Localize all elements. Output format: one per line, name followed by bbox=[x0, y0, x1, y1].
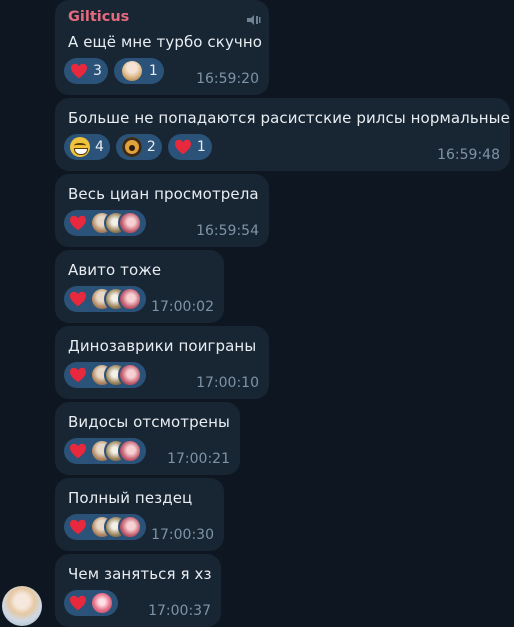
reaction-heart[interactable] bbox=[64, 210, 146, 236]
reactor-avatars bbox=[90, 363, 142, 387]
message-time: 17:00:37 bbox=[148, 603, 211, 619]
reactor-avatars bbox=[90, 287, 142, 311]
heart-icon bbox=[70, 595, 86, 611]
reactor-avatars bbox=[90, 591, 114, 615]
reaction-heart[interactable] bbox=[64, 590, 118, 616]
message-text: Полный пездец bbox=[68, 489, 193, 507]
message-text: Авито тоже bbox=[68, 261, 162, 279]
reaction-count: 3 bbox=[93, 63, 102, 79]
reaction-avatar[interactable]: 1 bbox=[113, 58, 164, 84]
message-time: 17:00:10 bbox=[196, 375, 259, 391]
message-bubble[interactable]: Больше не попадаются расистские рилсы но… bbox=[55, 98, 510, 171]
message-text: Видосы отсмотрены bbox=[68, 413, 230, 431]
reaction-heart[interactable] bbox=[64, 286, 146, 312]
message-text: Больше не попадаются расистские рилсы но… bbox=[68, 109, 510, 127]
heart-icon bbox=[71, 63, 87, 79]
grinning-face-icon bbox=[70, 137, 90, 157]
reactor-avatars bbox=[90, 211, 142, 235]
sender-name[interactable]: Gilticus bbox=[68, 9, 129, 25]
reaction-heart[interactable] bbox=[64, 438, 146, 464]
heart-icon bbox=[70, 291, 86, 307]
reactor-avatars bbox=[90, 439, 142, 463]
message-bubble[interactable]: Авито тоже 17:00:02 bbox=[55, 250, 224, 323]
heart-icon bbox=[70, 443, 86, 459]
message-bubble[interactable]: Чем заняться я хз 17:00:37 bbox=[55, 554, 221, 627]
message-bubble[interactable]: Динозаврики поиграны 17:00:10 bbox=[55, 326, 269, 399]
reaction-count: 2 bbox=[146, 139, 156, 155]
message-time: 17:00:21 bbox=[167, 451, 230, 467]
message-time: 16:59:54 bbox=[196, 223, 259, 239]
reaction-heart[interactable] bbox=[64, 362, 146, 388]
message-bubble[interactable]: Gilticus А ещё мне турбо скучно 3 1 16:5… bbox=[55, 0, 269, 95]
message-bubble[interactable]: Полный пездец 17:00:30 bbox=[55, 478, 224, 551]
reaction-count: 1 bbox=[196, 139, 206, 155]
reactor-avatars bbox=[90, 515, 142, 539]
reaction-heart[interactable] bbox=[64, 514, 146, 540]
heart-icon bbox=[174, 139, 191, 155]
reactor-avatar bbox=[118, 439, 142, 463]
message-text: Весь циан просмотрела bbox=[68, 185, 259, 203]
reactor-avatar bbox=[118, 515, 142, 539]
heart-icon bbox=[70, 519, 86, 535]
reaction-heart[interactable]: 3 bbox=[64, 58, 108, 84]
sender-avatar[interactable] bbox=[2, 586, 42, 626]
alarm-clock-icon bbox=[121, 137, 142, 157]
reactor-avatar bbox=[119, 59, 144, 83]
forward-icon bbox=[245, 11, 261, 30]
reaction-heart[interactable]: 1 bbox=[167, 134, 212, 160]
reactor-avatar bbox=[118, 211, 142, 235]
message-time: 17:00:30 bbox=[151, 527, 214, 543]
message-bubble[interactable]: Весь циан просмотрела 16:59:54 bbox=[55, 174, 269, 247]
message-text: Чем заняться я хз bbox=[68, 565, 212, 583]
reactor-avatar bbox=[90, 591, 114, 615]
message-text: А ещё мне турбо скучно bbox=[68, 33, 263, 51]
message-bubble[interactable]: Видосы отсмотрены 17:00:21 bbox=[55, 402, 240, 475]
reaction-count: 1 bbox=[148, 63, 158, 79]
message-time: 16:59:20 bbox=[196, 71, 259, 87]
heart-icon bbox=[70, 215, 86, 231]
heart-icon bbox=[70, 367, 86, 383]
message-time: 16:59:48 bbox=[437, 147, 500, 163]
reactor-avatar bbox=[118, 287, 142, 311]
reaction-count: 4 bbox=[95, 139, 104, 155]
reaction-alarm[interactable]: 2 bbox=[115, 134, 162, 160]
reactor-avatar bbox=[118, 363, 142, 387]
message-text: Динозаврики поиграны bbox=[68, 337, 257, 355]
message-time: 17:00:02 bbox=[151, 299, 214, 315]
reaction-grinning[interactable]: 4 bbox=[64, 134, 110, 160]
